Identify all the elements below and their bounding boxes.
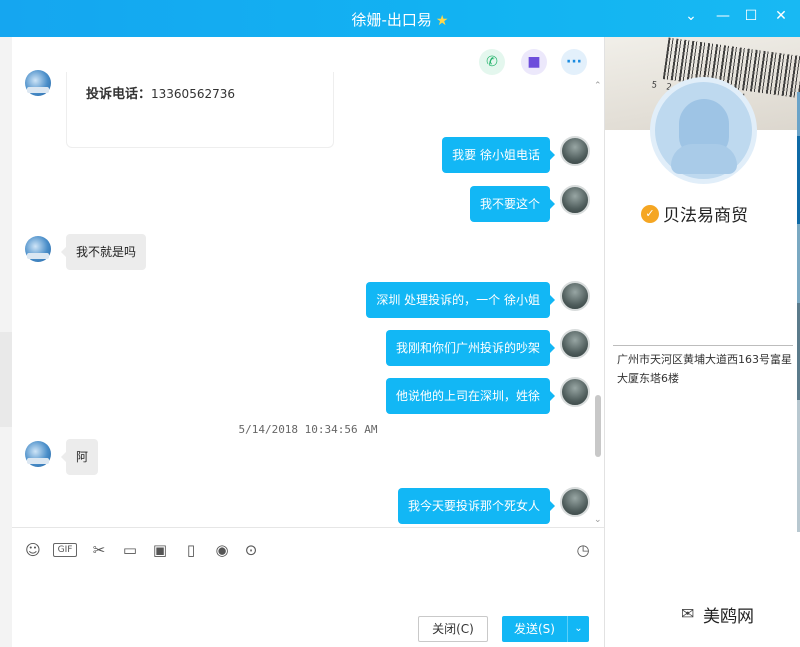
collapse-button[interactable]: ⌄ [680, 8, 702, 28]
scroll-up-arrow-icon[interactable]: ⌃ [594, 81, 602, 91]
verified-badge-icon: ✓ [641, 205, 659, 223]
my-avatar[interactable] [560, 185, 590, 215]
message-bubble-received: 我不就是吗 [60, 234, 147, 270]
shake-window-icon[interactable]: ▯ [180, 541, 202, 559]
folder-icon[interactable]: ▭ [119, 541, 141, 559]
avatar-body-shape [671, 144, 737, 174]
company-name: 贝法易商贸 [663, 206, 748, 226]
company-address: 广州市天河区黄埔大道西163号富星大厦东塔6楼 [617, 353, 792, 385]
message-bubble-received: 阿 [60, 439, 99, 475]
profile-avatar[interactable] [650, 77, 757, 184]
contact-avatar[interactable] [25, 70, 51, 96]
message-bubble-sent: 我刚和你们广州投诉的吵架 [385, 330, 556, 366]
panel-divider [613, 345, 793, 346]
image-icon[interactable]: ▣ [149, 541, 171, 559]
contact-avatar[interactable] [25, 236, 51, 262]
maximize-button[interactable]: ☐ [740, 8, 762, 28]
video-call-button[interactable]: ■ [521, 49, 547, 75]
message-bubble-sent: 他说他的上司在深圳，姓徐 [385, 378, 556, 414]
scroll-down-arrow-icon[interactable]: ⌄ [594, 515, 602, 525]
gutter-bump [0, 332, 12, 427]
scrollbar-thumb[interactable] [595, 395, 601, 457]
message-bubble-sent: 我今天要投诉那个死女人 [397, 488, 556, 524]
profile-panel: 5 2 2 2 1 2 4 ✓ 贝法易商贸 广州市天河区黄埔大道西163号富星大… [604, 37, 800, 647]
emoji-icon[interactable]: ☺ [22, 541, 44, 559]
left-gutter [0, 37, 12, 647]
my-avatar[interactable] [560, 329, 590, 359]
phone-call-button[interactable]: ✆ [479, 49, 505, 75]
screenshot-scissors-icon[interactable]: ✂ [88, 541, 110, 559]
window-title-text: 徐姗-出口易 [351, 11, 432, 29]
close-chat-button[interactable]: 关闭(C) [418, 616, 488, 642]
close-button[interactable]: ✕ [770, 8, 792, 28]
complaint-phone-label: 投诉电话：13360562736 [86, 83, 235, 102]
star-icon[interactable]: ★ [436, 13, 449, 29]
history-clock-icon[interactable]: ◷ [572, 541, 594, 559]
message-timestamp: 5/14/2018 10:34:56 AM [238, 423, 378, 436]
title-bar: 徐姗-出口易 ★ ⌄ — ☐ ✕ [0, 0, 800, 37]
more-tools-icon[interactable]: ⊙ [240, 541, 262, 559]
message-bubble-sent: 我不要这个 [469, 186, 556, 222]
chat-history[interactable]: ✆ ■ ··· 投诉电话：13360562736 我要 徐小姐电话 我不要这个 … [12, 37, 604, 527]
complaint-phone-label-text: 投诉电话： [86, 87, 152, 102]
contact-avatar[interactable] [25, 441, 51, 467]
watermark-text: 美鸥网 [703, 607, 754, 627]
my-avatar[interactable] [560, 377, 590, 407]
minimize-button[interactable]: — [712, 8, 734, 28]
my-avatar[interactable] [560, 281, 590, 311]
complaint-phone-value: 13360562736 [151, 87, 235, 101]
input-toolbar: ☺ GIF ✂ ▭ ▣ ▯ ◉ ⊙ ◷ [12, 527, 604, 569]
my-avatar[interactable] [560, 487, 590, 517]
send-button[interactable]: 发送(S) [502, 616, 567, 642]
wechat-icon: ✉ [681, 604, 695, 623]
gif-icon[interactable]: GIF [53, 543, 77, 557]
message-bubble-sent: 我要 徐小姐电话 [442, 137, 555, 173]
message-bubble-sent: 深圳 处理投诉的，一个 徐小姐 [366, 282, 555, 318]
my-avatar[interactable] [560, 136, 590, 166]
send-options-dropdown-icon[interactable]: ⌄ [567, 616, 589, 642]
red-packet-icon[interactable]: ◉ [211, 541, 233, 559]
more-options-button[interactable]: ··· [561, 49, 587, 75]
message-input[interactable]: 关闭(C) 发送(S) ⌄ [12, 569, 604, 647]
